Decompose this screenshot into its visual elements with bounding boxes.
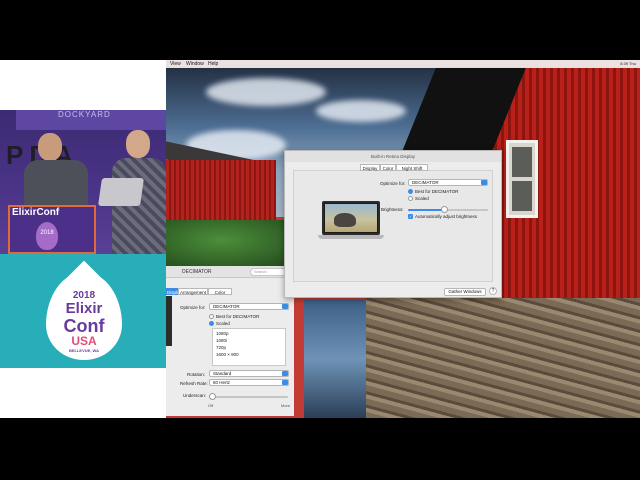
laptop [98,178,144,206]
logo-usa: USA [71,334,97,348]
decimator-window-titlebar: DECIMATOR Search [166,266,294,278]
retina-window-title: Built-in Retina Display [285,151,501,162]
podium-label: ElixirConf [12,207,60,218]
radio-scaled-label: Scaled [415,196,429,201]
rotation-popup-value: Standard [213,371,232,376]
underscan-min-label: Off [208,403,214,408]
optimize-popup-value: DECIMATOR [412,180,439,185]
refresh-rate-popup[interactable]: 60 Hertz [209,379,289,386]
search-field[interactable]: Search [250,268,286,276]
resolution-option[interactable]: 1080i [216,338,227,343]
popup-arrow-icon [282,380,288,385]
popup-arrow-icon [282,304,288,309]
optimize-popup[interactable]: DECIMATOR [408,179,488,186]
radio-scaled-label: Scaled [216,321,230,326]
tab-color[interactable]: Color [208,288,232,295]
tab-display[interactable]: Display [360,164,380,171]
logo-location: BELLEVUE, WA [68,348,99,353]
speaker-one-body [24,160,88,206]
radio-scaled[interactable] [408,196,413,201]
resolution-option[interactable]: 1080p [216,331,229,336]
optimize-popup[interactable]: DECIMATOR [209,303,289,310]
underscan-max-label: More [281,403,291,408]
radio-best-for-label: Best for DECIMATOR [216,314,260,319]
laptop-base [318,235,384,239]
optimize-label: Optimize for: [380,181,406,186]
popup-arrow-icon [481,180,487,185]
left-panel-top [0,60,166,110]
wallpaper-stone-wall [366,298,640,418]
resolution-list[interactable]: 1080p 1080i 720p 1600 × 900 [212,328,286,366]
retina-tab-bar: Display Color Night Shift [360,164,428,172]
radio-best-for-label: Best for DECIMATOR [415,189,459,194]
refresh-rate-label: Refresh Rate: [180,381,208,386]
help-button[interactable]: ? [489,287,497,295]
logo-elixir: Elixir [65,300,103,317]
gather-windows-button[interactable]: Gather Windows [444,288,486,296]
window-pane [512,181,532,211]
radio-best-for[interactable] [209,314,214,319]
tab-arrangement[interactable]: Arrangement [178,288,208,295]
tab-night-shift[interactable]: Night Shift [396,164,428,171]
underscan-slider-knob[interactable] [209,393,216,400]
underscan-slider[interactable] [212,396,288,398]
radio-best-for[interactable] [408,189,413,194]
underscan-label: Underscan: [183,393,207,398]
rotation-popup[interactable]: Standard [209,370,289,377]
menu-window[interactable]: Window [186,61,204,67]
window-pane [512,147,532,177]
retina-settings-panel [293,170,493,282]
wallpaper-cloud [206,78,326,106]
refresh-rate-popup-value: 60 Hertz [213,380,231,385]
brightness-slider-fill [408,209,444,211]
speaker-two-body [112,158,166,254]
tab-display[interactable]: Display [166,288,182,295]
wallpaper-water [304,300,374,418]
resolution-option[interactable]: 720p [216,345,226,350]
radio-scaled[interactable] [209,321,214,326]
rotation-label: Rotation: [187,372,206,377]
resolution-option[interactable]: 1600 × 900 [216,352,239,357]
speaker-two-head [126,130,150,158]
left-panel-bottom [0,368,166,418]
elephant-wallpaper-icon [334,213,356,227]
menu-bar: View Window Help 8:39 Thu [166,60,640,68]
optimize-label: Optimize for: [180,305,206,310]
brightness-slider-knob[interactable] [441,206,448,213]
decimator-tab-bar: Display Arrangement Color [166,286,294,296]
menu-status-clock[interactable]: 8:39 Thu [620,61,636,66]
wallpaper-barn-window [506,140,538,218]
retina-display-window: Built-in Retina Display Display Color Ni… [284,150,502,298]
menu-view[interactable]: View [170,61,181,67]
wallpaper-cloud [316,100,406,122]
banner-text: DOCKYARD [58,110,111,119]
decimator-window-title: DECIMATOR [182,269,212,275]
video-frame: DOCKYARD PDA ElixirConf 2018 2018 Elixir… [0,0,640,480]
menu-help[interactable]: Help [208,61,218,67]
popup-arrow-icon [282,371,288,376]
tab-color[interactable]: Color [380,164,396,171]
brightness-label: Brightness: [381,207,404,212]
auto-brightness-checkbox[interactable]: ✓ [408,214,413,219]
optimize-popup-value: DECIMATOR [213,304,240,309]
decimator-preview-strip [166,296,172,346]
speaker-one-head [38,133,62,161]
auto-brightness-label: Automatically adjust brightness [415,214,478,219]
podium-badge: 2018 [36,222,58,250]
